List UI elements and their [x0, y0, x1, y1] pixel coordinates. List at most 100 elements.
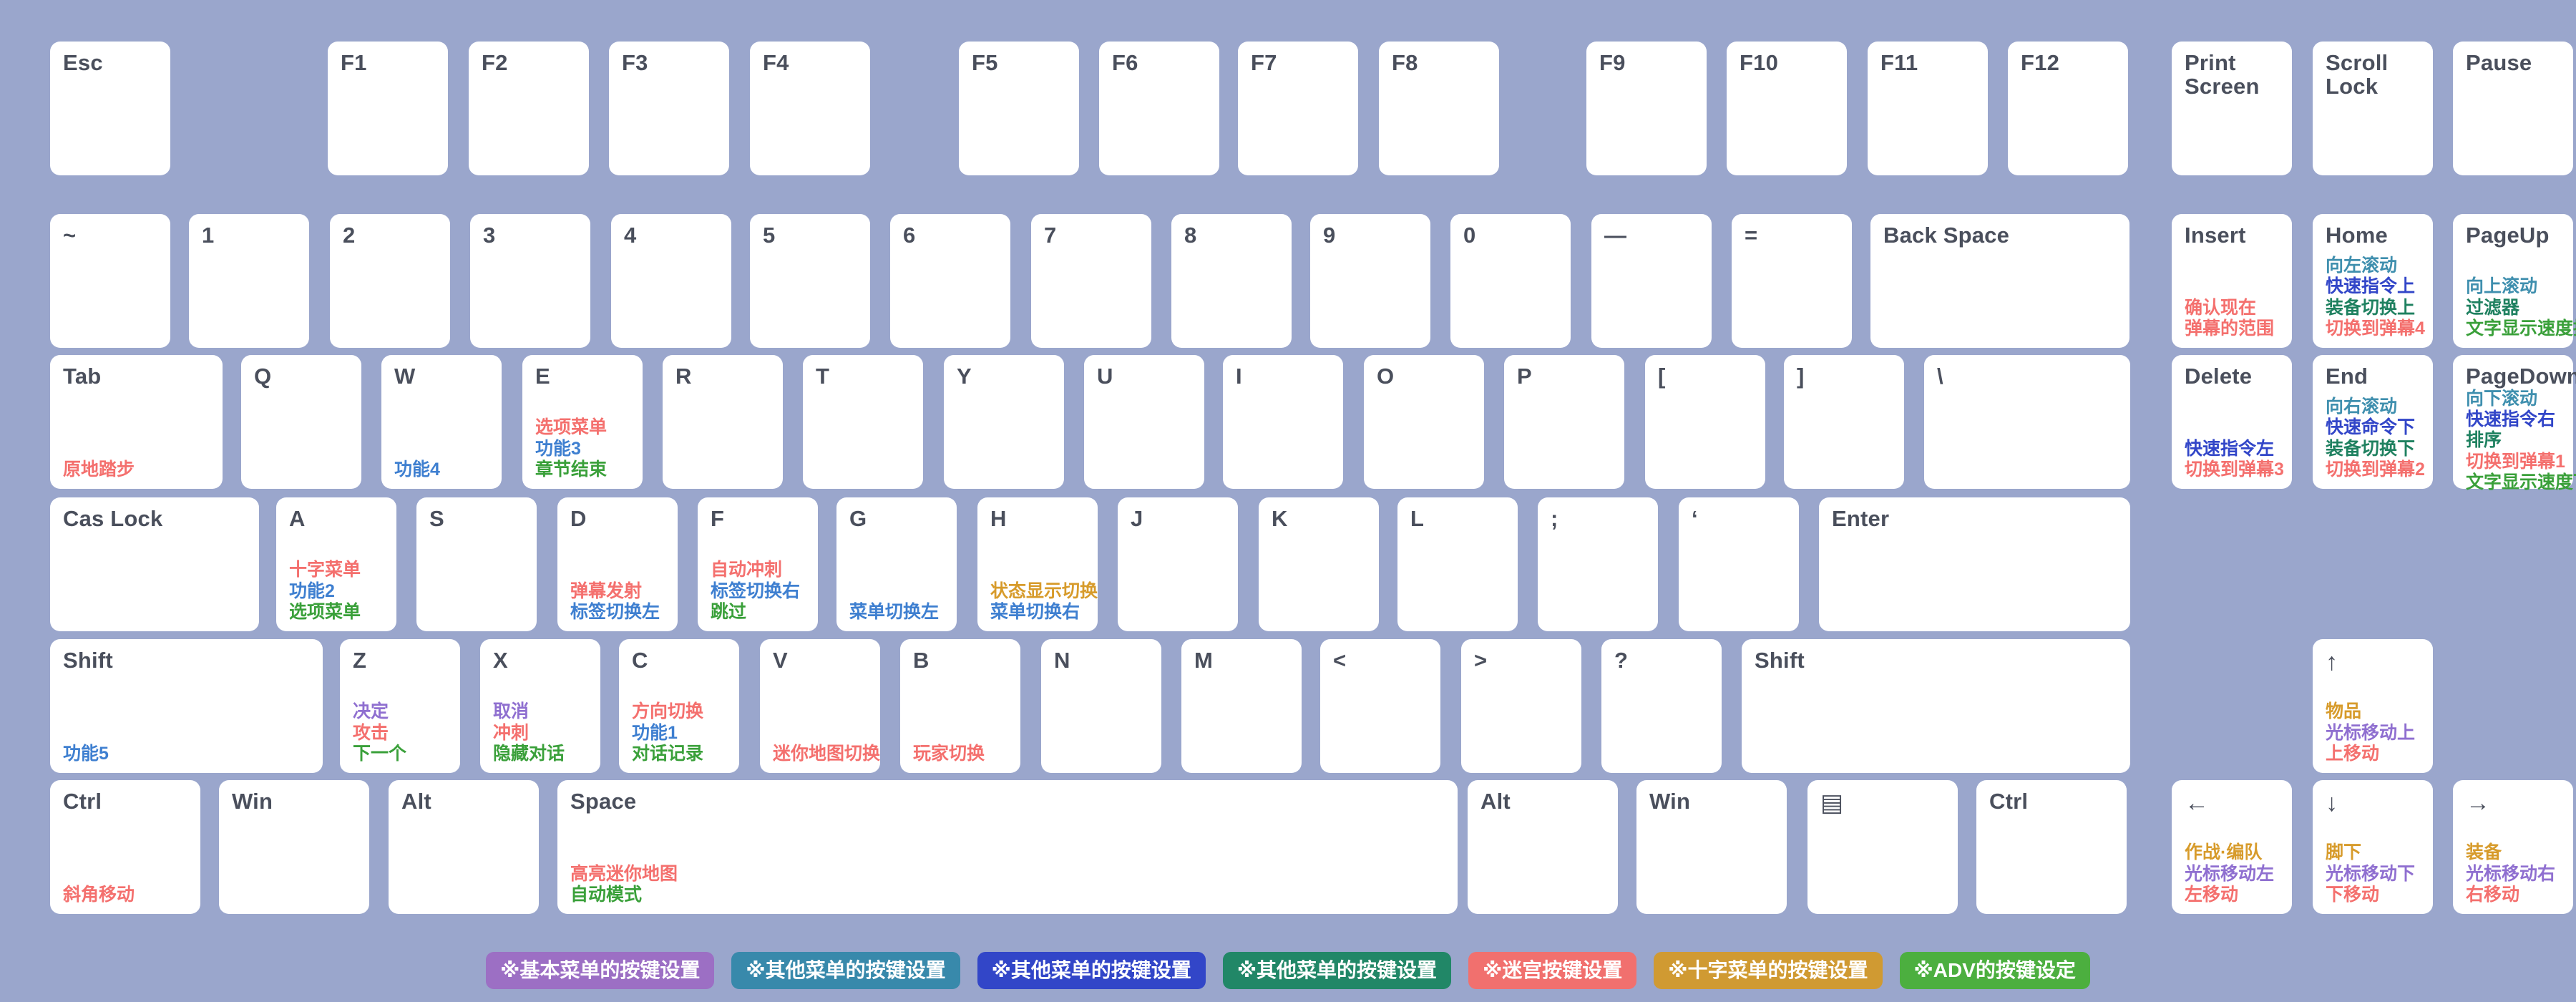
key-delete[interactable]: Delete 快速指令左 切换到弹幕3	[2172, 355, 2292, 489]
key-period[interactable]: >	[1461, 639, 1581, 773]
key-annotation: 右移动	[2466, 884, 2520, 905]
key-m[interactable]: M	[1181, 639, 1302, 773]
key-f7[interactable]: F7	[1238, 42, 1358, 175]
key-f3[interactable]: F3	[609, 42, 729, 175]
key-cap-label: V	[773, 648, 788, 673]
key-num6[interactable]: 6	[890, 214, 1010, 348]
key-scrolllock[interactable]: Scroll Lock	[2313, 42, 2433, 175]
key-enter[interactable]: Enter	[1819, 497, 2130, 631]
key-cap-label: Delete	[2185, 364, 2253, 389]
key-capslock[interactable]: Cas Lock	[50, 497, 259, 631]
key-num1[interactable]: 1	[189, 214, 309, 348]
key-semicolon[interactable]: ;	[1538, 497, 1658, 631]
key-tilde[interactable]: ~	[50, 214, 170, 348]
key-num3[interactable]: 3	[470, 214, 590, 348]
key-num7[interactable]: 7	[1031, 214, 1151, 348]
key-f11[interactable]: F11	[1868, 42, 1988, 175]
key-esc[interactable]: Esc	[50, 42, 170, 175]
legend-button-maze-keys[interactable]: ※迷宫按键设置	[1468, 952, 1637, 989]
key-end[interactable]: End 向右滚动 快速命令下 装备切换下 切换到弹幕2	[2313, 355, 2433, 489]
key-insert[interactable]: Insert 确认现在 弹幕的范围	[2172, 214, 2292, 348]
key-a[interactable]: A 十字菜单 功能2 选项菜单	[276, 497, 396, 631]
key-bracketright[interactable]: ]	[1784, 355, 1904, 489]
key-arrowleft[interactable]: ← 作战·编队 光标移动左 左移动	[2172, 780, 2292, 914]
key-pause[interactable]: Pause	[2453, 42, 2573, 175]
key-winleft[interactable]: Win	[219, 780, 369, 914]
key-backslash[interactable]: \	[1924, 355, 2130, 489]
legend-button-adv-keys[interactable]: ※ADV的按键设定	[1899, 952, 2090, 989]
key-altright[interactable]: Alt	[1468, 780, 1618, 914]
key-arrowdown[interactable]: ↓ 脚下 光标移动下 下移动	[2313, 780, 2433, 914]
key-w[interactable]: W 功能4	[381, 355, 502, 489]
key-p[interactable]: P	[1504, 355, 1624, 489]
key-o[interactable]: O	[1364, 355, 1484, 489]
key-num5[interactable]: 5	[750, 214, 870, 348]
key-winright[interactable]: Win	[1636, 780, 1787, 914]
key-f1[interactable]: F1	[328, 42, 448, 175]
key-f4[interactable]: F4	[750, 42, 870, 175]
key-f9[interactable]: F9	[1586, 42, 1707, 175]
key-f10[interactable]: F10	[1727, 42, 1847, 175]
key-h[interactable]: H 状态显示切换 菜单切换右	[977, 497, 1098, 631]
key-annotation: 功能3	[535, 438, 581, 459]
key-printscreen[interactable]: Print Screen	[2172, 42, 2292, 175]
key-shiftleft[interactable]: Shift 功能5	[50, 639, 323, 773]
key-cap-label: —	[1604, 223, 1627, 248]
key-num9[interactable]: 9	[1310, 214, 1430, 348]
key-g[interactable]: G 菜单切换左	[836, 497, 957, 631]
key-r[interactable]: R	[663, 355, 783, 489]
key-quote[interactable]: ‘	[1679, 497, 1799, 631]
key-q[interactable]: Q	[241, 355, 361, 489]
key-altleft[interactable]: Alt	[389, 780, 539, 914]
key-x[interactable]: X 取消 冲刺 隐藏对话	[480, 639, 600, 773]
key-f6[interactable]: F6	[1099, 42, 1219, 175]
key-d[interactable]: D 弹幕发射 标签切换左	[557, 497, 678, 631]
key-arrowright[interactable]: → 装备 光标移动右 右移动	[2453, 780, 2573, 914]
key-pageup[interactable]: PageUp 向上滚动过滤器文字显示速度提高	[2453, 214, 2576, 348]
key-num8[interactable]: 8	[1171, 214, 1292, 348]
key-c[interactable]: C 方向切换 功能1 对话记录	[619, 639, 739, 773]
key-l[interactable]: L	[1397, 497, 1518, 631]
key-arrowup[interactable]: ↑ 物品 光标移动上 上移动	[2313, 639, 2433, 773]
key-comma[interactable]: <	[1320, 639, 1440, 773]
key-u[interactable]: U	[1084, 355, 1204, 489]
legend-button-other-menu-teal[interactable]: ※其他菜单的按键设置	[731, 952, 960, 989]
key-j[interactable]: J	[1118, 497, 1238, 631]
key-f2[interactable]: F2	[469, 42, 589, 175]
key-space[interactable]: Space 高亮迷你地图 自动模式	[557, 780, 1458, 914]
key-tab[interactable]: Tab 原地踏步	[50, 355, 223, 489]
legend-button-cross-menu[interactable]: ※十字菜单的按键设置	[1654, 952, 1883, 989]
key-y[interactable]: Y	[944, 355, 1064, 489]
key-z[interactable]: Z 决定 攻击 下一个	[340, 639, 460, 773]
key-t[interactable]: T	[803, 355, 923, 489]
key-bracketleft[interactable]: [	[1645, 355, 1765, 489]
key-backspace[interactable]: Back Space	[1870, 214, 2129, 348]
key-menu[interactable]: ▤	[1807, 780, 1958, 914]
key-num2[interactable]: 2	[330, 214, 450, 348]
key-f5[interactable]: F5	[959, 42, 1079, 175]
key-k[interactable]: K	[1259, 497, 1379, 631]
key-num4[interactable]: 4	[611, 214, 731, 348]
key-b[interactable]: B 玩家切换	[900, 639, 1020, 773]
legend-button-other-menu-green[interactable]: ※其他菜单的按键设置	[1222, 952, 1452, 989]
key-f12[interactable]: F12	[2008, 42, 2128, 175]
key-equal[interactable]: =	[1732, 214, 1852, 348]
key-ctrlright[interactable]: Ctrl	[1976, 780, 2127, 914]
key-pagedown[interactable]: PageDown向下滚动快速指令右排序切换到弹幕1文字显示速度下降	[2453, 355, 2576, 492]
key-ctrlleft[interactable]: Ctrl 斜角移动	[50, 780, 200, 914]
key-f[interactable]: F 自动冲刺 标签切换右 跳过	[698, 497, 818, 631]
key-n[interactable]: N	[1041, 639, 1161, 773]
key-f8[interactable]: F8	[1379, 42, 1499, 175]
key-cap-label: ↑	[2326, 648, 2338, 676]
key-v[interactable]: V 迷你地图切换	[760, 639, 880, 773]
legend-button-other-menu-navy[interactable]: ※其他菜单的按键设置	[977, 952, 1206, 989]
key-home[interactable]: Home 向左滚动 快速指令上 装备切换上 切换到弹幕4	[2313, 214, 2433, 348]
key-slash[interactable]: ?	[1601, 639, 1722, 773]
legend-button-basic-menu[interactable]: ※基本菜单的按键设置	[486, 952, 715, 989]
key-shiftright[interactable]: Shift	[1742, 639, 2130, 773]
key-i[interactable]: I	[1223, 355, 1343, 489]
key-num0[interactable]: 0	[1450, 214, 1571, 348]
key-e[interactable]: E 选项菜单 功能3 章节结束	[522, 355, 643, 489]
key-s[interactable]: S	[416, 497, 537, 631]
key-minus[interactable]: —	[1591, 214, 1712, 348]
